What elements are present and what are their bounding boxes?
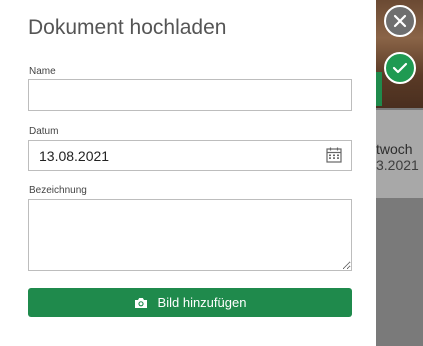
description-label: Bezeichnung [29,185,87,196]
camera-icon [134,297,147,308]
upload-document-dialog: Dokument hochladen Name Datum Bezeichnun… [0,0,376,346]
check-icon [392,62,408,74]
name-label: Name [29,66,56,77]
close-button[interactable] [384,5,416,37]
dialog-title: Dokument hochladen [28,16,227,39]
background-green-band [376,72,382,106]
date-input[interactable] [28,140,352,171]
confirm-button[interactable] [384,52,416,84]
description-textarea[interactable] [28,199,352,271]
add-image-label: Bild hinzufügen [157,295,247,310]
calendar-icon[interactable] [326,147,342,163]
add-image-button[interactable]: Bild hinzufügen [28,288,352,317]
background-date: 3.2021 [376,157,419,173]
close-icon [393,14,407,28]
background-weekday: twoch [376,141,413,157]
name-input[interactable] [28,79,352,111]
date-label: Datum [29,126,59,137]
